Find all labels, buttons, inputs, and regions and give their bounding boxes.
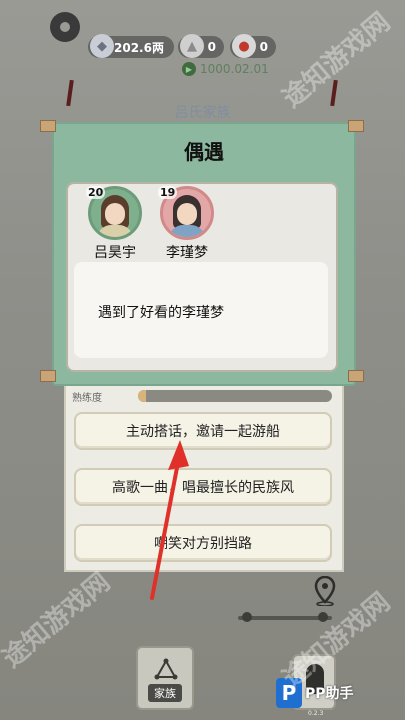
dialog-corner	[40, 370, 56, 382]
silver-ingot-icon: ◆	[90, 34, 114, 58]
map-node	[242, 612, 252, 622]
story-text: 遇到了好看的李瑾梦	[98, 305, 224, 321]
pp-assistant-logo: P PP助手	[276, 676, 354, 710]
character-name: 吕昊宇	[94, 245, 136, 261]
dialog-corner	[40, 120, 56, 132]
character-card[interactable]: 19 李瑾梦	[158, 186, 216, 262]
character-name: 李瑾梦	[166, 245, 208, 261]
settings-gear-icon[interactable]	[50, 12, 80, 42]
pp-logo-icon: P	[276, 678, 302, 708]
dialog-corner	[348, 120, 364, 132]
play-icon[interactable]: ▶	[182, 62, 196, 76]
character-age: 19	[158, 186, 178, 199]
family-button[interactable]: 家族	[136, 646, 194, 710]
date-text: 1000.02.01	[200, 62, 269, 76]
map-pin-icon[interactable]	[314, 576, 336, 606]
map-node	[318, 612, 328, 622]
family-tree-icon	[154, 658, 178, 680]
family-button-label: 家族	[148, 684, 182, 702]
family-title: 吕氏家族	[174, 105, 231, 121]
skill-label: 熟练度	[72, 393, 102, 404]
resource-b-counter: ● 0	[230, 34, 276, 58]
character-age: 20	[86, 186, 106, 199]
medal-icon: ●	[232, 34, 256, 58]
resource-b-value: 0	[259, 40, 268, 54]
game-date: ▶ 1000.02.01	[182, 62, 269, 76]
character-card[interactable]: 20 吕昊宇	[86, 186, 144, 262]
option-mock-button[interactable]: 嘲笑对方别挡路	[74, 524, 332, 562]
silver-counter: ◆ 202.6两	[88, 34, 174, 58]
dialog-title: 偶遇	[184, 140, 224, 164]
skill-bar: 熟练度	[72, 388, 332, 404]
resource-a-value: 0	[207, 40, 216, 54]
version-text: 0.2.3	[308, 710, 324, 717]
skill-bar-fill	[138, 390, 146, 402]
dialog-corner	[348, 370, 364, 382]
resource-a-counter: ▲ 0	[178, 34, 224, 58]
top-bar: ◆ 202.6两 ▲ 0 ● 0 ▶ 1000.02.01	[0, 0, 405, 100]
hat-icon: ▲	[180, 34, 204, 58]
silver-amount: 202.6两	[114, 40, 164, 55]
option-sing-song-button[interactable]: 高歌一曲，唱最擅长的民族风	[74, 468, 332, 506]
option-invite-boat-button[interactable]: 主动搭话，邀请一起游船	[74, 412, 332, 450]
logo-text: PP助手	[305, 686, 354, 702]
skill-bar-track	[138, 390, 332, 402]
